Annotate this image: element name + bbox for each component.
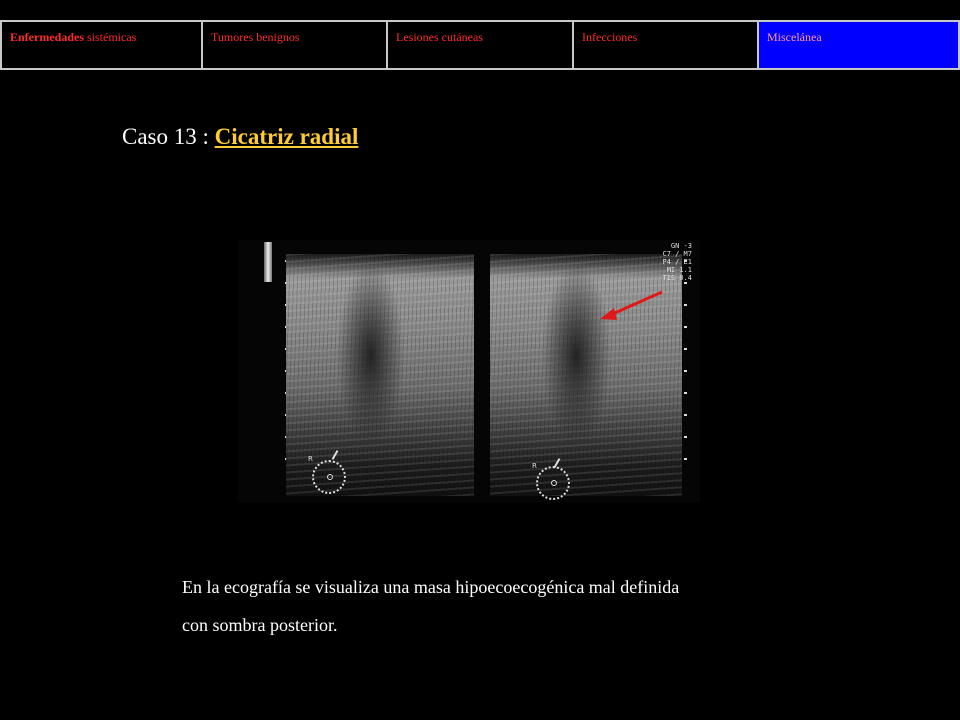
ultrasound-image: GN -3 C7 / M7 P4 / E1 MI 1.1 TIS 0.4 R R bbox=[238, 240, 700, 502]
nav-tab-label: Lesiones cutáneas bbox=[396, 30, 483, 44]
nav-bar: Enfermedades sistémicas Tumores benignos… bbox=[0, 20, 960, 70]
nav-tab-label: Miscelánea bbox=[767, 30, 822, 44]
nav-tab-enfermedades-sistemicas[interactable]: Enfermedades sistémicas bbox=[2, 22, 203, 68]
case-title: Caso 13 : Cicatriz radial bbox=[122, 124, 358, 150]
nav-tab-label: Tumores benignos bbox=[211, 30, 300, 44]
case-title-prefix: Caso 13 : bbox=[122, 124, 215, 149]
nav-tab-miscelanea[interactable]: Miscelánea bbox=[759, 22, 958, 68]
case-description-line: con sombra posterior. bbox=[182, 615, 338, 635]
lesion-arrow-icon bbox=[600, 290, 663, 320]
nav-tab-tumores-benignos[interactable]: Tumores benignos bbox=[203, 22, 388, 68]
nav-tab-bold-label: Enfermedades bbox=[10, 30, 84, 44]
case-diagnosis-link[interactable]: Cicatriz radial bbox=[215, 124, 359, 149]
nav-tab-lesiones-cutaneas[interactable]: Lesiones cutáneas bbox=[388, 22, 574, 68]
nav-tab-label: Infecciones bbox=[582, 30, 638, 44]
nav-tab-infecciones[interactable]: Infecciones bbox=[574, 22, 759, 68]
case-description-line: En la ecografía se visualiza una masa hi… bbox=[182, 577, 680, 597]
nav-tab-label: sistémicas bbox=[84, 30, 137, 44]
case-description: En la ecografía se visualiza una masa hi… bbox=[182, 568, 802, 644]
